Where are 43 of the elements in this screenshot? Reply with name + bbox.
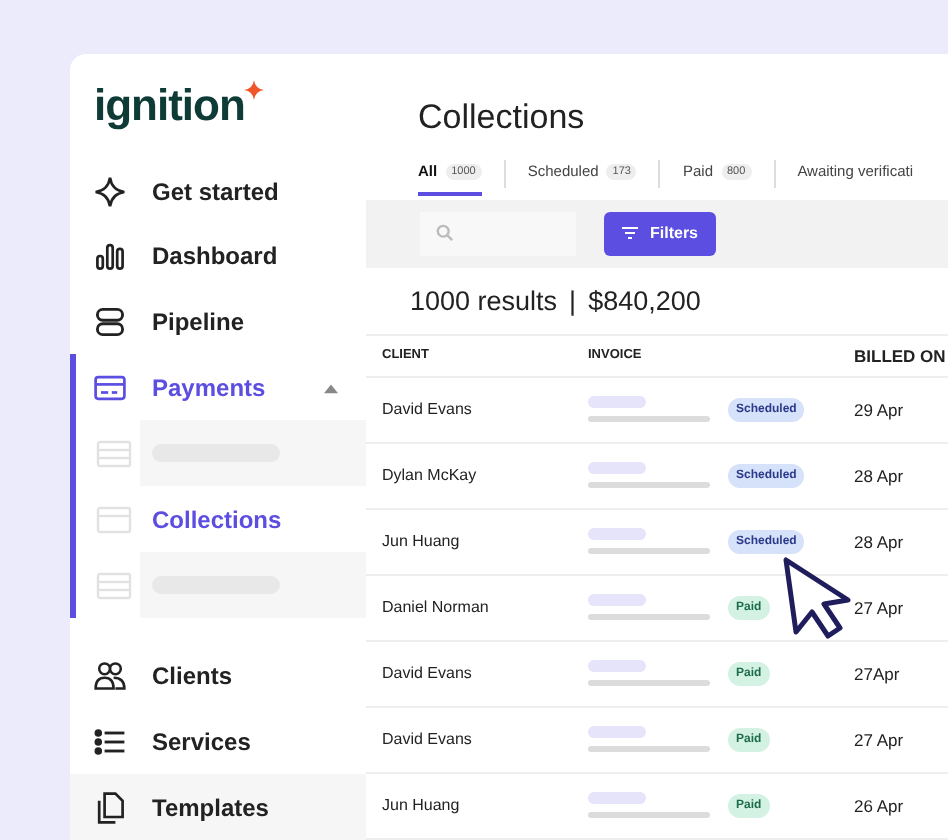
- page-title: Collections: [416, 96, 587, 140]
- client-name: David Evans: [366, 640, 586, 707]
- search-icon: [436, 224, 454, 243]
- client-name: Dylan McKay: [366, 442, 586, 509]
- client-name: David Evans: [366, 376, 586, 443]
- list-icon: [96, 439, 132, 468]
- sidebar-subitem[interactable]: Collections: [152, 505, 282, 534]
- list-icon: [96, 571, 132, 600]
- sidebar-item[interactable]: Payments: [152, 373, 266, 402]
- list-icon: [96, 505, 132, 534]
- caret-icon[interactable]: [324, 381, 338, 394]
- people-icon: [92, 658, 128, 695]
- sidebar-item[interactable]: Clients: [152, 662, 233, 691]
- sidebar-item[interactable]: Services: [152, 728, 251, 757]
- client-name: David Evans: [366, 706, 586, 773]
- logo: ignition: [94, 80, 245, 133]
- bar-chart-icon: [92, 238, 128, 275]
- client-name: Daniel Norman: [366, 574, 586, 641]
- filter-icon: [622, 226, 638, 241]
- sparkle-icon: [92, 173, 128, 210]
- sidebar-item[interactable]: Get started: [152, 177, 279, 206]
- filters-button[interactable]: Filters: [604, 211, 717, 256]
- billed-date: 26 Apr: [846, 772, 948, 839]
- separator: |: [569, 285, 577, 316]
- sparkle-icon: [244, 80, 265, 101]
- client-name: Jun Huang: [366, 508, 586, 575]
- billed-date: 29 Apr: [846, 376, 948, 443]
- stack-icon: [92, 303, 128, 340]
- results-count: 1000 results: [410, 285, 558, 316]
- client-name: Jun Huang: [366, 772, 586, 839]
- sidebar-item[interactable]: Dashboard: [152, 242, 278, 271]
- billed-date: 28 Apr: [846, 508, 948, 575]
- billed-date: 27 Apr: [846, 706, 948, 773]
- search-field[interactable]: [420, 211, 576, 256]
- cursor-icon: [780, 556, 852, 644]
- sidebar-item[interactable]: Pipeline: [152, 307, 245, 336]
- copy-icon: [92, 789, 128, 826]
- total-amount: $840,200: [588, 285, 701, 316]
- billed-date: 27Apr: [846, 640, 948, 707]
- sidebar-item[interactable]: Templates: [152, 793, 269, 822]
- billed-date: 28 Apr: [846, 442, 948, 509]
- column-header: BILLED ON: [846, 334, 948, 377]
- list-icon: [92, 724, 128, 761]
